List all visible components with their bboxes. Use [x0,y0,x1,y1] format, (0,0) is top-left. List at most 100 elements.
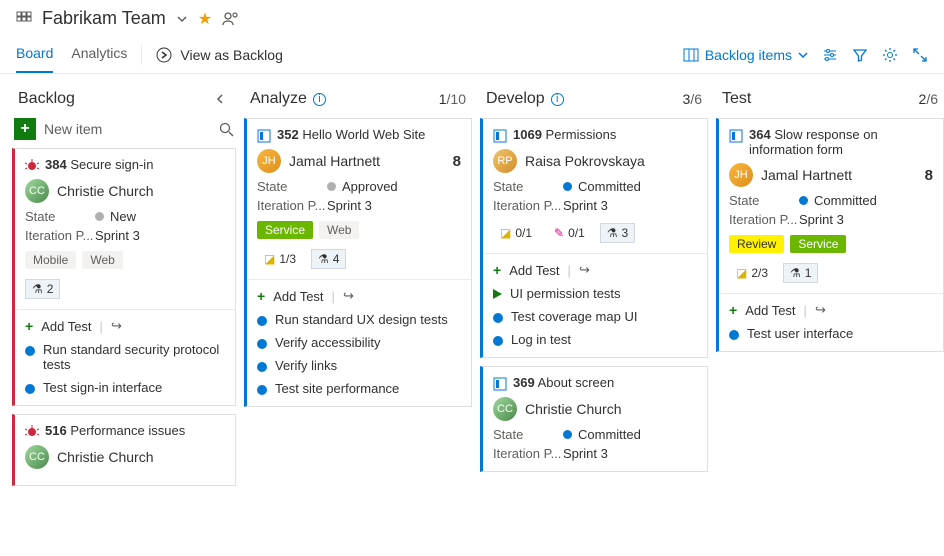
test-item[interactable]: Test sign-in interface [25,380,225,395]
pbi-icon [729,129,743,143]
tab-row: Board Analytics View as Backlog Backlog … [0,33,944,74]
test-item[interactable]: Test coverage map UI [493,309,697,324]
add-test-button[interactable]: +Add Test|↪ [25,318,225,334]
iteration-value: Sprint 3 [327,198,461,213]
test-count-pill[interactable]: ⚗1 [783,263,818,283]
tag-service[interactable]: Service [257,221,313,239]
avatar: CC [493,397,517,421]
test-dot-icon [493,313,503,323]
avatar: JH [729,163,753,187]
iteration-label: Iteration P... [257,198,327,213]
iteration-label: Iteration P... [25,228,95,243]
test-item[interactable]: Run standard UX design tests [257,312,461,327]
test-item[interactable]: UI permission tests [493,286,697,301]
iteration-label: Iteration P... [493,446,563,461]
state-value: Committed [578,179,641,194]
test-item[interactable]: Verify links [257,358,461,373]
team-name[interactable]: Fabrikam Team [42,8,166,29]
column-develop: Developi 3/6 1069 Permissions RP Raisa P… [480,86,708,528]
flask-icon: ⚗ [607,226,618,240]
tag-web[interactable]: Web [319,221,359,239]
assignee-name: Jamal Hartnett [761,167,852,183]
test-count-pill[interactable]: ⚗3 [600,223,635,243]
card-369[interactable]: 369 About screen CC Christie Church Stat… [480,366,708,472]
column-test: Test 2/6 364 Slow response on informatio… [716,86,944,528]
column-title-backlog: Backlog [18,90,75,108]
view-as-backlog-label: View as Backlog [180,47,282,63]
effort-value: 8 [453,153,461,170]
clipboard-icon: ◪ [736,266,747,280]
fullscreen-icon[interactable] [912,47,928,63]
tab-analytics[interactable]: Analytics [71,37,127,73]
tag-web[interactable]: Web [82,251,122,269]
add-test-button[interactable]: +Add Test|↪ [729,302,933,318]
settings-sliders-icon[interactable] [822,47,838,63]
card-364[interactable]: 364 Slow response on information form JH… [716,118,944,352]
new-item-button[interactable]: + [14,118,36,140]
column-analyze: Analyzei 1/10 352 Hello World Web Site J… [244,86,472,528]
avatar: CC [25,445,49,469]
iteration-value: Sprint 3 [563,198,697,213]
chevron-down-icon[interactable] [176,13,188,25]
card-516[interactable]: 516 Performance issues CC Christie Churc… [12,414,236,486]
assignee-name: Christie Church [57,449,153,465]
add-test-button[interactable]: +Add Test|↪ [257,288,461,304]
view-as-backlog-button[interactable]: View as Backlog [156,47,282,63]
card-384[interactable]: 384 Secure sign-in CC Christie Church St… [12,148,236,406]
card-id: 384 [45,157,67,172]
play-icon [493,289,502,299]
iteration-value: Sprint 3 [799,212,933,227]
link-arrow-icon[interactable]: ↪ [343,288,354,304]
card-id: 1069 [513,127,542,142]
search-icon[interactable] [219,122,234,137]
task-count-pill[interactable]: ◪1/3 [257,249,303,269]
info-icon[interactable]: i [551,93,564,106]
gear-icon[interactable] [882,47,898,63]
test-item[interactable]: Verify accessibility [257,335,461,350]
column-title-test: Test [722,90,751,108]
link-arrow-icon[interactable]: ↪ [815,302,826,318]
task-count-pill[interactable]: ◪0/1 [493,223,539,243]
people-icon[interactable] [222,10,240,28]
backlog-items-dropdown[interactable]: Backlog items [683,47,808,63]
assignee-name: Jamal Hartnett [289,153,380,169]
avatar: JH [257,149,281,173]
add-test-button[interactable]: +Add Test|↪ [493,262,697,278]
test-item[interactable]: Test user interface [729,326,933,341]
tag-review[interactable]: Review [729,235,784,253]
test-count-pill[interactable]: ⚗4 [311,249,346,269]
bug-icon [25,425,39,439]
column-limit: /6 [690,91,702,107]
star-icon[interactable]: ★ [198,9,212,29]
test-item[interactable]: Run standard security protocol tests [25,342,225,372]
state-dot-icon [327,182,336,191]
state-dot-icon [95,212,104,221]
card-title-text: Performance issues [70,423,185,438]
collapse-column-button[interactable] [210,93,230,105]
tab-board[interactable]: Board [16,37,53,73]
card-id: 364 [749,127,771,142]
assignee-name: Christie Church [57,183,153,199]
info-icon[interactable]: i [313,93,326,106]
divider [141,45,142,65]
card-352[interactable]: 352 Hello World Web Site JH Jamal Hartne… [244,118,472,407]
new-item-label: New item [44,121,102,137]
test-dot-icon [257,385,267,395]
test-item[interactable]: Test site performance [257,381,461,396]
link-arrow-icon[interactable]: ↪ [111,318,122,334]
flask-icon: ⚗ [32,282,43,296]
tag-mobile[interactable]: Mobile [25,251,76,269]
link-arrow-icon[interactable]: ↪ [579,262,590,278]
filter-icon[interactable] [852,47,868,63]
flask-icon: ⚗ [790,266,801,280]
edit-count-pill[interactable]: ✎0/1 [547,223,592,243]
task-count-pill[interactable]: ◪2/3 [729,263,775,283]
card-title-text: Permissions [546,127,617,142]
test-count-pill[interactable]: ⚗2 [25,279,60,299]
test-dot-icon [257,362,267,372]
state-label: State [257,179,327,194]
column-limit: /10 [447,91,466,107]
card-1069[interactable]: 1069 Permissions RP Raisa Pokrovskaya St… [480,118,708,358]
tag-service[interactable]: Service [790,235,846,253]
test-item[interactable]: Log in test [493,332,697,347]
